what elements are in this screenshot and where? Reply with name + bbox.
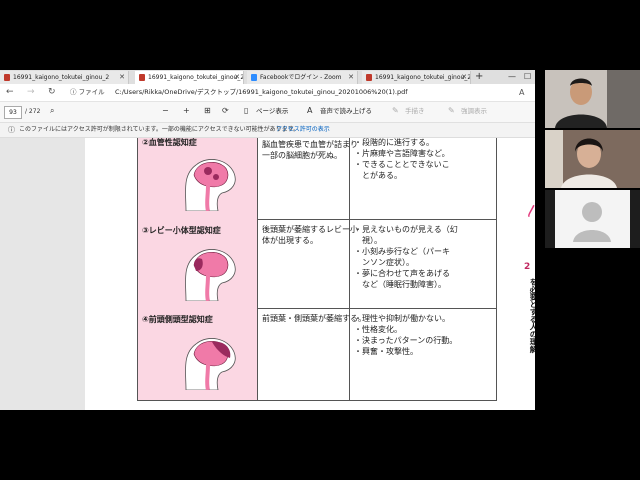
participant-video xyxy=(545,130,640,188)
video-tile-participant-1[interactable] xyxy=(545,70,640,128)
tab-pdf-3[interactable]: 16991_kaigono_tokutei_ginou_2 ✕ xyxy=(362,71,471,84)
tab-pdf-1[interactable]: 16991_kaigono_tokutei_ginou_2 ✕ xyxy=(0,71,129,84)
chapter-side-label: を必要とする人の理解 xyxy=(529,278,535,353)
video-tile-participant-2[interactable] xyxy=(545,130,640,188)
info-icon: ⓘ xyxy=(8,126,15,134)
brain-illustration xyxy=(185,249,236,301)
close-icon[interactable]: ✕ xyxy=(348,71,354,84)
page-view-button[interactable]: ページ表示 xyxy=(256,106,288,117)
table-row: ④前頭側頭型認知症 前頭葉・側頭葉が萎縮する。 ・理性や抑制が働かない。 ・性格… xyxy=(138,308,496,400)
top-black-area xyxy=(0,0,640,70)
permission-notice: ⓘ このファイルにはアクセス許可が制限されています。一部の機能にアクセスできない… xyxy=(0,123,535,138)
feature-cell: ・段階的に進行する。 ・片麻痺や言語障害など。 ・できることとできないこ とがあ… xyxy=(350,138,496,219)
tab-strip: 16991_kaigono_tokutei_ginou_2 ✕ 16991_ka… xyxy=(0,70,535,84)
chapter-number: 2 xyxy=(524,262,531,272)
video-tile-participant-3[interactable] xyxy=(545,190,640,248)
pdf-page: ②血管性認知症 脳血管疾患で血管が詰まり 一部の脳細胞が死ぬ。 ・段階的に進行す… xyxy=(85,138,535,410)
pdf-icon xyxy=(366,74,372,81)
zoom-out-icon[interactable]: − xyxy=(162,105,169,117)
type-cell: ④前頭側頭型認知症 xyxy=(138,308,258,400)
avatar-placeholder-icon xyxy=(545,190,640,248)
search-icon[interactable]: ⌕ xyxy=(50,105,54,117)
tab-label: Facebookでログイン - Zoom xyxy=(260,74,342,81)
row-title: ③レビー小体型認知症 xyxy=(142,226,221,235)
row-title: ④前頭側頭型認知症 xyxy=(142,315,213,324)
tab-label: 16991_kaigono_tokutei_ginou_2 xyxy=(375,74,471,81)
zoom-in-icon[interactable]: + xyxy=(183,105,190,117)
cause-text: 脳血管疾患で血管が詰まり 一部の脳細胞が死ぬ。 xyxy=(262,140,358,160)
tab-pdf-2[interactable]: 16991_kaigono_tokutei_ginou_2 ✕ xyxy=(135,71,244,84)
highlight-button[interactable]: 強調表示 xyxy=(461,106,487,117)
feature-cell: ・見えないものが見える（幻 視）。 ・小刻み歩行など（パーキ ンソン症状）。 ・… xyxy=(350,219,496,308)
file-label: ファイル xyxy=(78,88,105,96)
cause-cell: 後頭葉が萎縮するレビー小 体が出現する。 xyxy=(258,219,358,308)
page-number-input[interactable]: 93 xyxy=(4,106,22,119)
page-view-icon: ▯ xyxy=(244,106,249,115)
tab-label: 16991_kaigono_tokutei_ginou_2 xyxy=(148,74,244,81)
draw-button[interactable]: 手描き xyxy=(405,106,425,117)
refresh-icon[interactable]: ↻ xyxy=(48,86,56,99)
close-icon[interactable]: ✕ xyxy=(461,71,467,84)
highlight-icon: ✎ xyxy=(448,106,455,115)
brain-illustration xyxy=(185,159,236,211)
feature-text: ・理性や抑制が働かない。 ・性格変化。 ・決まったパターンの行動。 ・興奮・攻撃… xyxy=(354,314,458,356)
notice-text: このファイルにはアクセス許可が制限されています。一部の機能にアクセスできない可能… xyxy=(19,126,300,133)
row-title: ②血管性認知症 xyxy=(142,138,197,147)
pdf-viewer[interactable]: ②血管性認知症 脳血管疾患で血管が詰まり 一部の脳細胞が死ぬ。 ・段階的に進行す… xyxy=(0,138,535,410)
tab-zoom[interactable]: Facebookでログイン - Zoom ✕ xyxy=(247,71,358,84)
read-aloud-button[interactable]: 音声で読み上げる xyxy=(320,106,372,117)
close-icon[interactable]: ✕ xyxy=(119,71,125,84)
page-total: / 272 xyxy=(25,108,41,115)
url-field[interactable]: C:/Users/Rikka/OneDrive/デスクトップ/16991_kai… xyxy=(115,87,408,98)
rotate-icon[interactable]: ⟳ xyxy=(222,105,229,117)
table-row: ②血管性認知症 脳血管疾患で血管が詰まり 一部の脳細胞が死ぬ。 ・段階的に進行す… xyxy=(138,138,496,220)
back-icon[interactable]: ← xyxy=(6,86,14,99)
tab-label: 16991_kaigono_tokutei_ginou_2 xyxy=(13,74,110,81)
close-icon[interactable]: ✕ xyxy=(234,71,240,84)
zoom-icon xyxy=(251,74,257,81)
read-aloud-icon: A xyxy=(307,106,313,115)
pdf-icon xyxy=(4,74,10,81)
brain-illustration xyxy=(185,338,236,390)
feature-text: ・段階的に進行する。 ・片麻痺や言語障害など。 ・できることとできないこ とがあ… xyxy=(354,138,450,180)
new-tab-button[interactable]: + xyxy=(475,70,483,83)
side-accent-mark: 〳 xyxy=(526,204,535,218)
cause-cell: 脳血管疾患で血管が詰まり 一部の脳細胞が死ぬ。 xyxy=(258,138,358,219)
type-cell: ③レビー小体型認知症 xyxy=(138,219,258,308)
feature-cell: ・理性や抑制が働かない。 ・性格変化。 ・決まったパターンの行動。 ・興奮・攻撃… xyxy=(350,308,496,400)
cause-text: 後頭葉が萎縮するレビー小 体が出現する。 xyxy=(262,225,358,245)
feature-text: ・見えないものが見える（幻 視）。 ・小刻み歩行など（パーキ ンソン症状）。 ・… xyxy=(354,225,458,289)
table-row: ③レビー小体型認知症 後頭葉が萎縮するレビー小 体が出現する。 ・見えないものが… xyxy=(138,219,496,309)
pdf-toolbar: 93 / 272 ⌕ − + ⊞ ⟳ ▯ ページ表示 A 音声で読み上げる ✎ … xyxy=(0,102,535,123)
participant-video xyxy=(545,70,640,128)
minimize-icon[interactable]: — xyxy=(508,70,516,83)
cause-cell: 前頭葉・側頭葉が萎縮する。 xyxy=(258,308,366,400)
type-cell: ②血管性認知症 xyxy=(138,138,258,219)
read-mode-icon[interactable]: A xyxy=(519,86,524,99)
bottom-black-area xyxy=(0,410,640,480)
draw-icon: ✎ xyxy=(392,106,399,115)
file-info-chip[interactable]: ⓘ ファイル xyxy=(70,87,105,98)
forward-icon[interactable]: → xyxy=(27,86,35,99)
view-permissions-link[interactable]: アクセス許可の表示 xyxy=(276,123,330,137)
address-bar: ← → ↻ ⓘ ファイル C:/Users/Rikka/OneDrive/デスク… xyxy=(0,84,535,102)
dementia-table: ②血管性認知症 脳血管疾患で血管が詰まり 一部の脳細胞が死ぬ。 ・段階的に進行す… xyxy=(137,138,497,401)
browser-window: 16991_kaigono_tokutei_ginou_2 ✕ 16991_ka… xyxy=(0,70,535,410)
maximize-icon[interactable]: ☐ xyxy=(524,70,531,83)
fit-page-icon[interactable]: ⊞ xyxy=(204,105,211,117)
pdf-icon xyxy=(139,74,145,81)
